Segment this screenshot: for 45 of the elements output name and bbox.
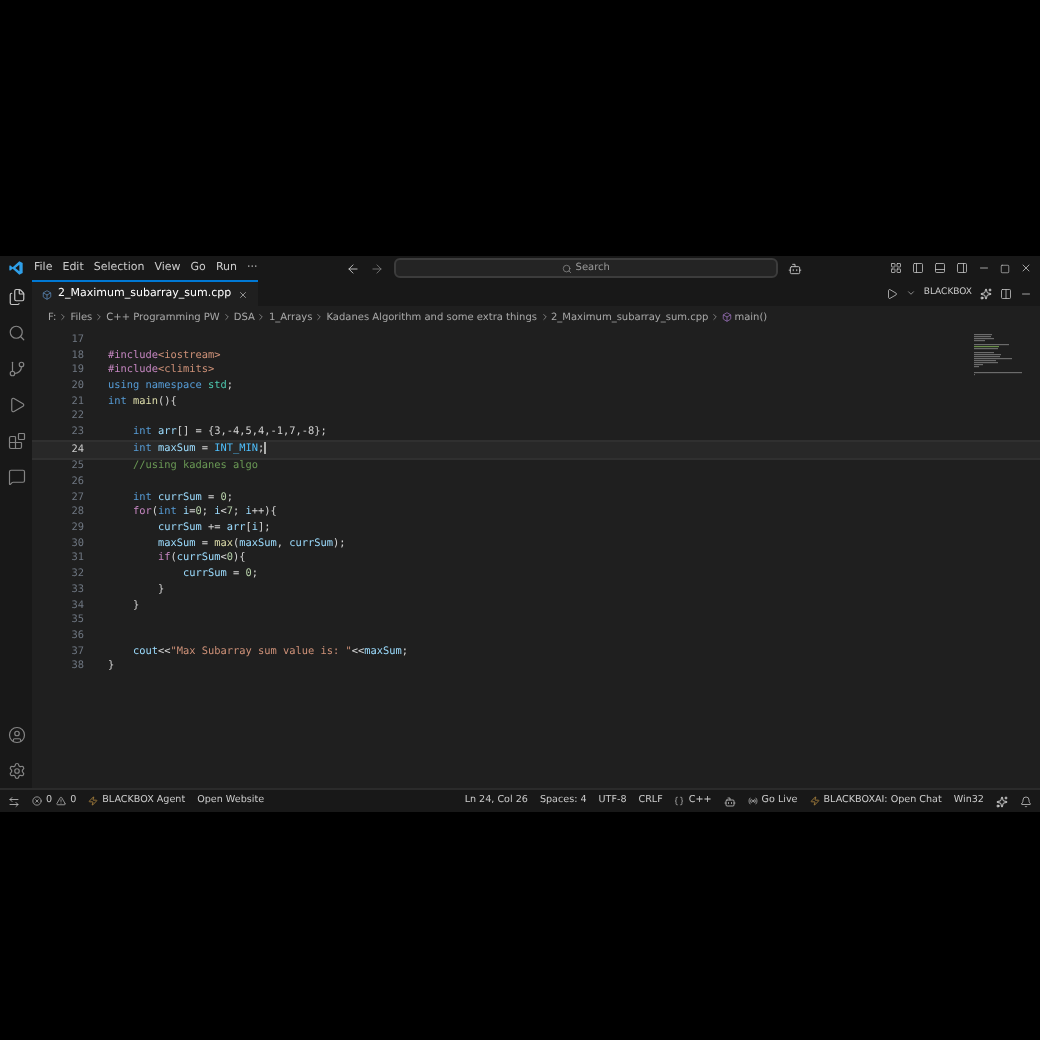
chevron-icon — [221, 312, 232, 322]
extensions-icon[interactable] — [7, 432, 25, 450]
forward-icon[interactable] — [369, 261, 384, 275]
run-debug-icon[interactable] — [7, 396, 25, 414]
remote-icon[interactable] — [8, 795, 20, 807]
caret-icon[interactable] — [905, 288, 916, 298]
minimap[interactable] — [972, 332, 1028, 376]
chevron-icon — [539, 312, 549, 322]
panel-right-icon[interactable] — [956, 262, 969, 274]
maximize-icon[interactable] — [1000, 263, 1011, 273]
chevron-icon — [94, 312, 105, 322]
search-icon[interactable] — [7, 324, 25, 342]
settings-icon[interactable] — [7, 762, 25, 780]
cpp-file-icon — [42, 289, 52, 299]
broadcast-icon — [747, 796, 758, 806]
search-icon — [561, 263, 572, 273]
explorer-icon[interactable] — [7, 288, 25, 306]
account-icon[interactable] — [7, 726, 25, 744]
bolt-icon — [88, 796, 99, 806]
more-icon[interactable] — [1020, 287, 1032, 299]
run-icon[interactable] — [885, 287, 898, 299]
warning-icon — [56, 796, 67, 806]
panel-left-icon[interactable] — [912, 262, 925, 274]
back-icon[interactable] — [345, 261, 360, 275]
split-editor-icon[interactable] — [1000, 287, 1012, 299]
cube-icon — [722, 312, 733, 322]
bolt-icon — [809, 796, 820, 806]
panel-bottom-icon[interactable] — [934, 262, 947, 274]
minimize-icon[interactable] — [978, 262, 991, 274]
chevron-icon — [710, 312, 721, 322]
chevron-icon — [256, 312, 267, 322]
layout-icon[interactable] — [890, 262, 903, 274]
chat-icon[interactable] — [787, 261, 802, 275]
notification-icon[interactable] — [1020, 795, 1032, 807]
chat-icon[interactable] — [7, 468, 25, 486]
chevron-icon — [58, 312, 69, 322]
source-control-icon[interactable] — [7, 360, 25, 378]
sparkle-icon[interactable] — [980, 287, 992, 299]
sparkle-icon[interactable] — [996, 795, 1008, 807]
chevron-icon — [314, 312, 325, 322]
braces-icon — [674, 796, 685, 806]
close-icon[interactable] — [1020, 262, 1033, 274]
error-icon — [32, 796, 42, 806]
robot-icon[interactable] — [723, 795, 736, 807]
vscode-logo-icon — [8, 260, 24, 276]
